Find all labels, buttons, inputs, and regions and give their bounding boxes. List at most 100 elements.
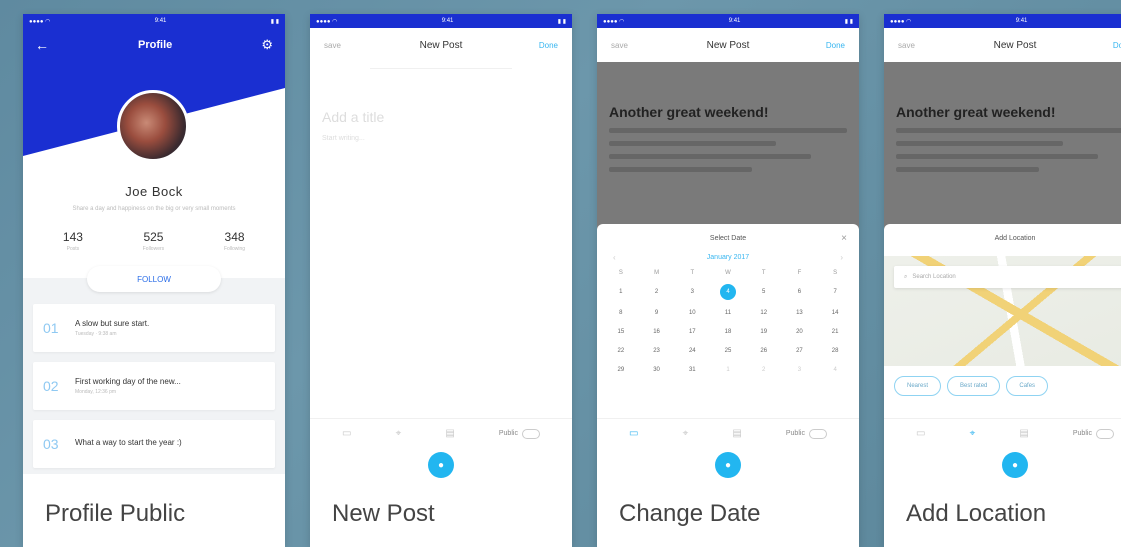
calendar-day[interactable]: 9 xyxy=(639,307,675,319)
image-icon[interactable]: ▤ xyxy=(445,428,454,439)
publish-button[interactable]: ● xyxy=(1002,452,1028,478)
body-input[interactable]: Start writing... xyxy=(322,135,560,142)
status-bar: ●●●● ◠9:41▮ ▮ xyxy=(23,14,285,28)
calendar-day[interactable]: 31 xyxy=(674,364,710,376)
new-post-screen: ●●●● ◠ 9:41 ▮ ▮ save New Post Done Add a t… xyxy=(310,14,572,547)
search-input[interactable]: ⌕ Search Location xyxy=(894,266,1121,288)
save-button[interactable]: save xyxy=(611,41,647,50)
post-toolbar: ▭ ⌖ ▤ Public xyxy=(310,418,572,448)
day-of-week-label: W xyxy=(725,270,731,276)
public-toggle[interactable] xyxy=(521,428,540,439)
screen-caption: Profile Public xyxy=(23,481,285,547)
page-title: New Post xyxy=(419,39,463,51)
stat-following: 348 Following xyxy=(223,230,246,252)
profile-screen: ●●●● ◠ 9:41 ▮ ▮ ← Profile ⚙ Joe Bock Share… xyxy=(23,14,285,547)
calendar-day[interactable]: 14 xyxy=(817,307,853,319)
location-sheet: Add Location ⌕ Search Location Nearest B… xyxy=(884,224,1121,421)
dimmed-post-preview: Another great weekend! xyxy=(884,62,1121,232)
calendar-day[interactable]: 30 xyxy=(639,364,675,376)
calendar-day[interactable]: 27 xyxy=(782,345,818,357)
image-icon[interactable]: ▤ xyxy=(1019,428,1028,439)
calendar-day[interactable]: 19 xyxy=(746,326,782,338)
done-button[interactable]: Done xyxy=(522,41,558,50)
location-pin-icon[interactable]: ⌖ xyxy=(683,428,689,439)
chip-best-rated[interactable]: Best rated xyxy=(947,376,1001,396)
calendar-day[interactable]: 4 xyxy=(817,364,853,376)
day-of-week-label: F xyxy=(797,270,802,276)
publish-button[interactable]: ● xyxy=(715,452,741,478)
page-title: Profile xyxy=(138,39,173,51)
calendar-day[interactable]: 18 xyxy=(710,326,746,338)
chip-nearest[interactable]: Nearest xyxy=(894,376,942,396)
sheet-title: Select Date xyxy=(709,234,747,242)
map-view[interactable]: ⌕ Search Location xyxy=(884,256,1121,366)
calendar-icon[interactable]: ▭ xyxy=(342,428,351,439)
calendar-day[interactable]: 29 xyxy=(603,364,639,376)
gear-icon[interactable]: ⚙ xyxy=(261,37,273,53)
back-arrow-icon[interactable]: ← xyxy=(35,37,49,53)
chevron-right-icon[interactable]: › xyxy=(840,253,843,262)
save-button[interactable]: save xyxy=(324,41,360,50)
title-input[interactable]: Add a title xyxy=(322,109,560,125)
calendar-day[interactable]: 25 xyxy=(710,345,746,357)
calendar-day[interactable]: 24 xyxy=(674,345,710,357)
done-button[interactable]: Done xyxy=(1096,41,1121,50)
calendar-day[interactable]: 23 xyxy=(639,345,675,357)
calendar-day[interactable]: 17 xyxy=(674,326,710,338)
day-of-week-label: T xyxy=(690,270,695,276)
calendar-day[interactable]: 2 xyxy=(746,364,782,376)
sheet-title: Add Location xyxy=(994,234,1036,242)
status-bar: ●●●● ◠9:41▮ ▮ xyxy=(597,14,859,28)
status-bar: ●●●● ◠9:41▮ ▮ xyxy=(310,14,572,28)
calendar-icon[interactable]: ▭ xyxy=(916,428,925,439)
list-item[interactable]: 03 What a way to start the year :) xyxy=(33,420,275,468)
day-of-week-label: S xyxy=(618,270,623,276)
avatar xyxy=(117,90,189,162)
public-toggle[interactable] xyxy=(808,428,827,439)
public-label: Public xyxy=(1072,430,1092,437)
calendar-day[interactable]: 8 xyxy=(603,307,639,319)
calendar-day[interactable]: 28 xyxy=(817,345,853,357)
calendar-day[interactable]: 1 xyxy=(710,364,746,376)
post-toolbar: ▭ ⌖ ▤ Public xyxy=(597,418,859,448)
calendar-day[interactable]: 1 xyxy=(603,286,639,298)
calendar-day[interactable]: 11 xyxy=(710,307,746,319)
chip-cafes[interactable]: Cafes xyxy=(1006,376,1049,396)
calendar-day[interactable]: 3 xyxy=(674,286,710,298)
follow-button[interactable]: FOLLOW xyxy=(87,266,221,292)
calendar-day[interactable]: 6 xyxy=(782,286,818,298)
day-of-week-label: S xyxy=(833,270,838,276)
page-title: New Post xyxy=(706,39,750,51)
calendar-day[interactable]: 26 xyxy=(746,345,782,357)
calendar-day[interactable]: 12 xyxy=(746,307,782,319)
status-bar: ●●●● ◠9:41▮ ▮ xyxy=(884,14,1121,28)
calendar-day[interactable]: 20 xyxy=(782,326,818,338)
calendar-day[interactable]: 5 xyxy=(746,286,782,298)
day-of-week-label: T xyxy=(761,270,766,276)
calendar-day[interactable]: 2 xyxy=(639,286,675,298)
close-icon[interactable]: × xyxy=(841,233,847,244)
calendar-day[interactable]: 22 xyxy=(603,345,639,357)
image-icon[interactable]: ▤ xyxy=(732,428,741,439)
profile-name: Joe Bock xyxy=(125,184,183,199)
stats-row: 143 Posts 525 Followers 348 Following xyxy=(23,230,285,252)
done-button[interactable]: Done xyxy=(809,41,845,50)
calendar-day[interactable]: 3 xyxy=(782,364,818,376)
calendar-day[interactable]: 4 xyxy=(719,284,736,300)
location-pin-icon[interactable]: ⌖ xyxy=(970,428,976,439)
location-pin-icon[interactable]: ⌖ xyxy=(396,428,402,439)
chevron-left-icon[interactable]: ‹ xyxy=(613,253,616,262)
publish-button[interactable]: ● xyxy=(428,452,454,478)
calendar-day[interactable]: 15 xyxy=(603,326,639,338)
month-label: January 2017 xyxy=(706,254,750,261)
calendar-day[interactable]: 21 xyxy=(817,326,853,338)
save-button[interactable]: save xyxy=(898,41,934,50)
calendar-day[interactable]: 13 xyxy=(782,307,818,319)
calendar-icon[interactable]: ▭ xyxy=(629,428,638,439)
calendar-day[interactable]: 16 xyxy=(639,326,675,338)
calendar-day[interactable]: 10 xyxy=(674,307,710,319)
list-item[interactable]: 02 First working day of the new... Monday… xyxy=(33,362,275,410)
public-toggle[interactable] xyxy=(1095,428,1114,439)
calendar-day[interactable]: 7 xyxy=(817,286,853,298)
list-item[interactable]: 01 A slow but sure start. Tuesday · 9:38 … xyxy=(33,304,275,352)
